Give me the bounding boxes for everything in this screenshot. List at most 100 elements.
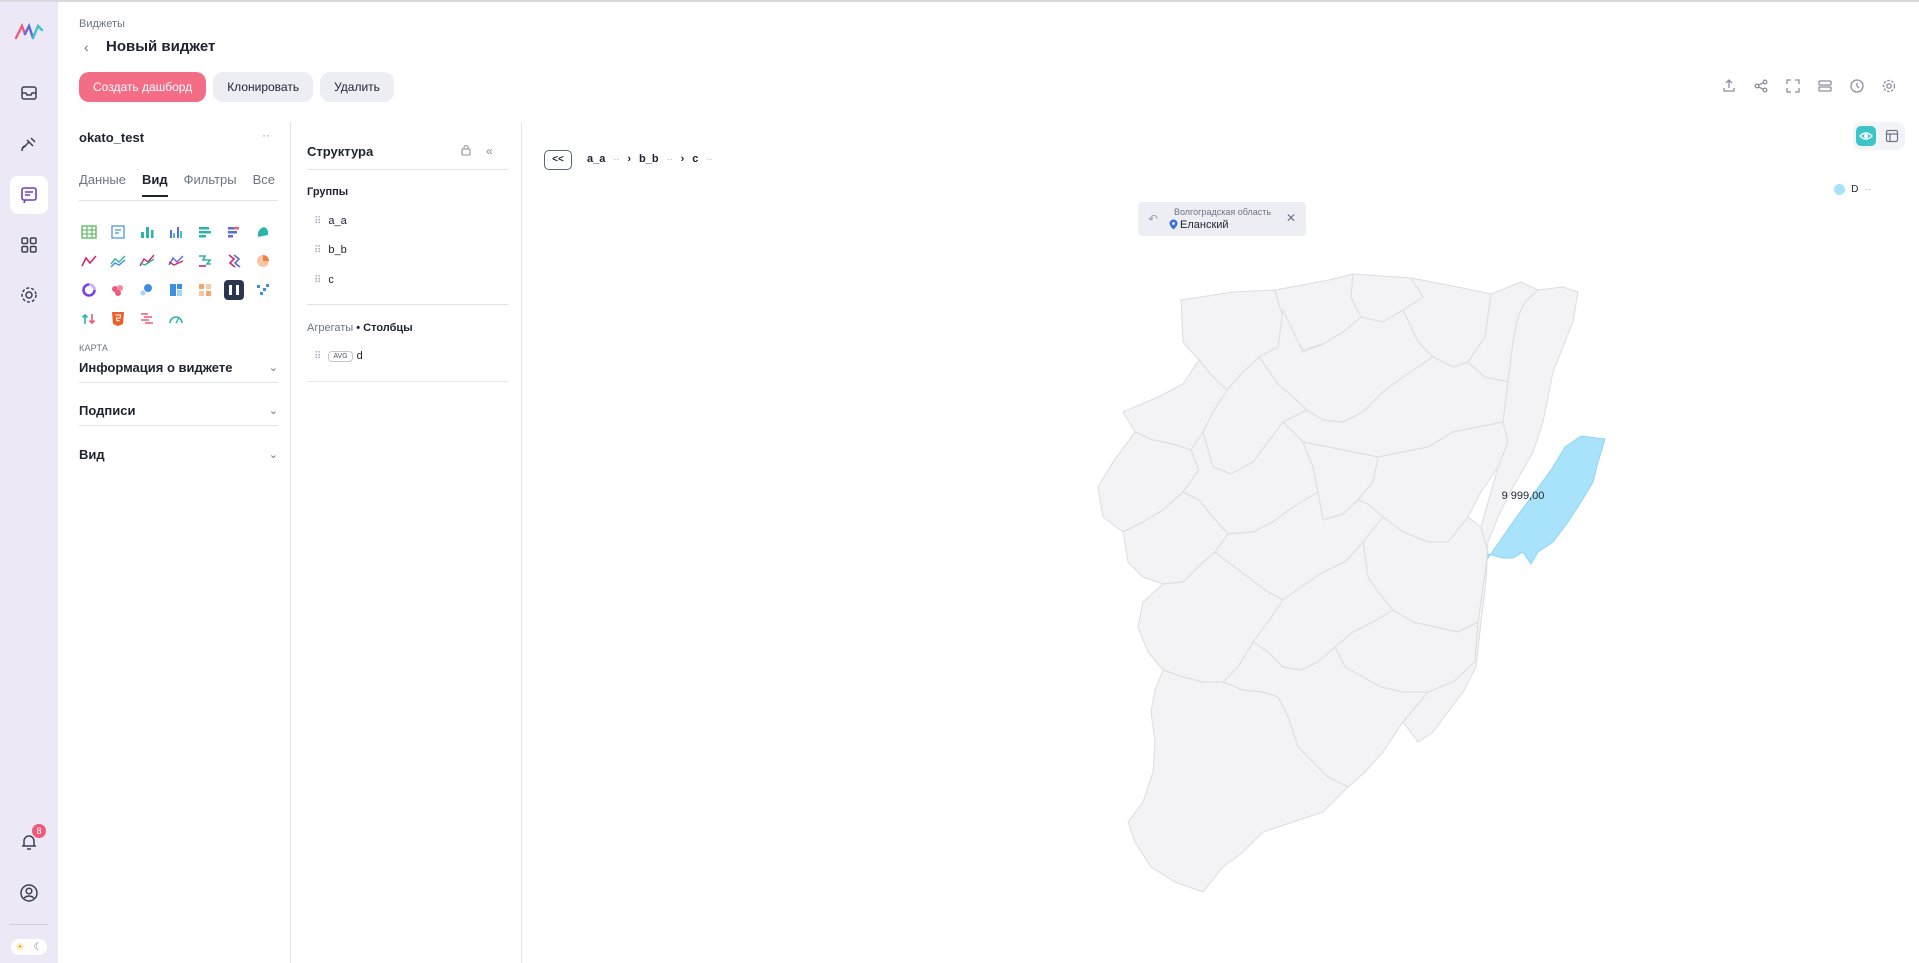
region-map: 9 999,00 [1097, 273, 1606, 893]
drag-handle-icon[interactable]: ⠿ [314, 351, 321, 362]
apps-nav[interactable] [10, 226, 48, 264]
dataset-name[interactable]: okato_test [79, 130, 144, 145]
tiles-chart-icon[interactable] [195, 280, 215, 300]
tab-filters[interactable]: Фильтры [184, 172, 237, 197]
gantt-chart-icon[interactable] [137, 309, 157, 329]
pie-chart-icon[interactable] [253, 251, 273, 271]
chart-view-button[interactable] [1856, 126, 1876, 146]
heatmap-chart-icon[interactable] [108, 280, 128, 300]
map-chart-icon[interactable] [224, 280, 244, 300]
group-item[interactable]: ⠿ b_b [314, 244, 347, 256]
sun-icon[interactable]: ☀ [16, 942, 25, 953]
html5-icon[interactable] [108, 309, 128, 329]
legend-label[interactable]: D [1851, 184, 1858, 195]
chart-type-label: КАРТА [79, 343, 109, 353]
trend-arrows-icon[interactable] [79, 309, 99, 329]
settings-nav[interactable] [10, 276, 48, 314]
drill-level-more-icon[interactable]: ·· [706, 154, 712, 164]
columns-label[interactable]: • Столбцы [356, 322, 412, 334]
drill-level[interactable]: a_a [587, 153, 605, 165]
group-item[interactable]: ⠿ a_a [314, 215, 347, 227]
tab-all[interactable]: Все [253, 172, 275, 197]
scatter-chart-icon[interactable] [253, 280, 273, 300]
mosaic-chart-icon[interactable] [166, 280, 186, 300]
drag-handle-icon[interactable]: ⠿ [314, 275, 321, 286]
donut-chart-icon[interactable] [79, 280, 99, 300]
page-title: Новый виджет [106, 38, 216, 55]
pivot-chart-icon[interactable] [108, 222, 128, 242]
clone-button[interactable]: Клонировать [213, 72, 314, 102]
close-icon[interactable]: ✕ [1286, 211, 1296, 225]
layout-icon[interactable] [1817, 78, 1833, 99]
group-item[interactable]: ⠿ c [314, 274, 334, 286]
drag-handle-icon[interactable]: ⠿ [314, 216, 321, 227]
toolbar-icons [1721, 78, 1897, 99]
tab-view[interactable]: Вид [141, 172, 168, 197]
bubble-chart-icon[interactable] [137, 280, 157, 300]
accordion-title: Вид [79, 446, 105, 462]
treemap-chart-icon[interactable] [253, 222, 273, 242]
combo-line-icon[interactable] [166, 251, 186, 271]
moon-icon[interactable]: ☾ [34, 942, 43, 953]
lock-icon[interactable] [460, 144, 472, 159]
tabs-divider [79, 200, 278, 201]
create-dashboard-button[interactable]: Создать дашборд [79, 72, 207, 102]
undo-icon[interactable]: ↶ [1148, 212, 1158, 226]
structure-divider [307, 381, 508, 382]
accordion-view[interactable]: Вид ⌄ [79, 439, 278, 469]
dataset-more-icon[interactable]: ·· [262, 128, 270, 142]
share-icon[interactable] [1753, 78, 1769, 99]
left-rail: 8 ☀ ☾ [0, 2, 58, 963]
accordion-widget-info[interactable]: Информация о виджете ⌄ [79, 353, 278, 383]
drill-up-button[interactable]: << [544, 150, 572, 170]
drill-level[interactable]: c [692, 153, 698, 165]
chevron-down-icon[interactable]: ⌄ [269, 448, 278, 461]
chip-region: Волгоградская область [1174, 207, 1272, 217]
back-arrow-icon[interactable]: ‹ [84, 39, 96, 55]
delete-button[interactable]: Удалить [320, 72, 394, 102]
rail-divider [10, 924, 48, 925]
bar-chart-icon[interactable] [137, 222, 157, 242]
chevron-down-icon[interactable]: ⌄ [269, 404, 278, 417]
accordion-title: Подписи [79, 403, 136, 418]
notifications-badge: 8 [32, 824, 46, 838]
export-icon[interactable] [1721, 78, 1737, 99]
area-line-icon[interactable] [137, 251, 157, 271]
satellite-nav[interactable] [10, 125, 48, 163]
table-view-button[interactable] [1882, 126, 1902, 146]
logo-icon[interactable] [14, 22, 44, 42]
aggregate-func-badge[interactable]: AVG [328, 350, 353, 362]
history-icon[interactable] [1849, 78, 1865, 99]
table-chart-icon[interactable] [79, 222, 99, 242]
waterfall-chart-icon[interactable] [224, 251, 244, 271]
grouped-bar-icon[interactable] [166, 222, 186, 242]
drag-handle-icon[interactable]: ⠿ [314, 245, 321, 256]
drill-level-more-icon[interactable]: ·· [667, 154, 673, 164]
view-toggle [1853, 122, 1905, 150]
breadcrumb[interactable]: Виджеты [79, 18, 125, 30]
ribbon-chart-icon[interactable] [195, 251, 215, 271]
drill-level-more-icon[interactable]: ·· [613, 154, 619, 164]
gauge-chart-icon[interactable] [166, 309, 186, 329]
tab-data[interactable]: Данные [79, 172, 126, 197]
aggregate-item[interactable]: ⠿ AVG d [314, 350, 363, 362]
line-chart-icon[interactable] [79, 251, 99, 271]
aggregates-label[interactable]: Агрегаты [307, 322, 353, 334]
drill-level[interactable]: b_b [639, 153, 659, 165]
fullscreen-icon[interactable] [1785, 78, 1801, 99]
profile-nav[interactable] [10, 874, 48, 912]
collapse-icon[interactable]: « [486, 144, 493, 159]
accordion-labels[interactable]: Подписи ⌄ [79, 396, 278, 426]
chart-type-grid [79, 222, 273, 329]
settings-icon[interactable] [1881, 78, 1897, 99]
map-value-label: 9 999,00 [1502, 490, 1545, 502]
horizontal-bar-icon[interactable] [195, 222, 215, 242]
inbox-nav[interactable] [10, 74, 48, 112]
widgets-nav[interactable] [10, 176, 48, 214]
multi-line-icon[interactable] [108, 251, 128, 271]
chevron-down-icon[interactable]: ⌄ [269, 361, 278, 374]
legend-more-icon[interactable]: ·· [1864, 184, 1871, 195]
title-row: ‹ Новый виджет [84, 38, 215, 55]
theme-switch[interactable]: ☀ ☾ [11, 939, 47, 955]
stacked-bar-icon[interactable] [224, 222, 244, 242]
